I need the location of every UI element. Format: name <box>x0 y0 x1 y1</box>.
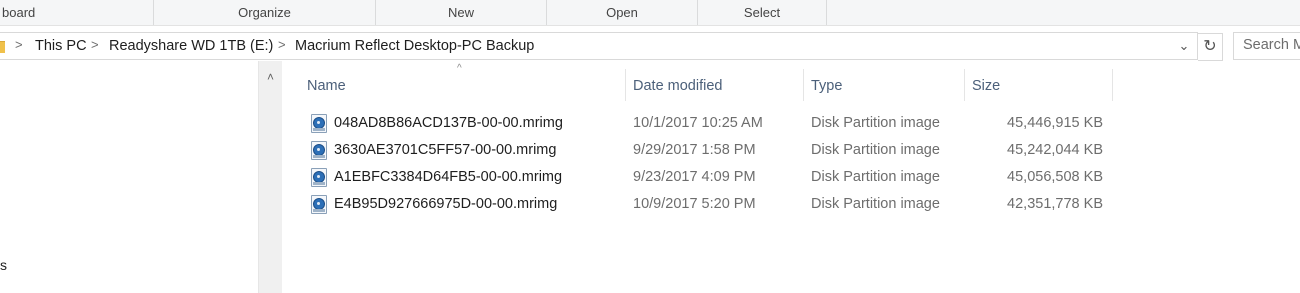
file-type: Disk Partition image <box>811 169 940 185</box>
file-type: Disk Partition image <box>811 115 940 131</box>
breadcrumb-separator-icon[interactable]: > <box>15 37 23 52</box>
sort-ascending-icon: ^ <box>457 63 462 74</box>
navigation-pane[interactable]: s <box>0 61 258 293</box>
file-date-modified: 10/1/2017 10:25 AM <box>633 115 763 131</box>
ribbon-group-clipboard: board <box>2 5 36 20</box>
file-name[interactable]: A1EBFC3384D64FB5-00-00.mrimg <box>334 169 562 185</box>
ribbon-group-open: Open <box>606 5 638 20</box>
file-row[interactable]: A1EBFC3384D64FB5-00-00.mrimg 9/23/2017 4… <box>282 164 1300 191</box>
refresh-button[interactable]: ↻ <box>1198 33 1223 61</box>
address-row: > This PC > Readyshare WD 1TB (E:) > Mac… <box>0 32 1300 61</box>
breadcrumb-drive[interactable]: Readyshare WD 1TB (E:) <box>109 38 273 54</box>
ribbon-divider <box>826 0 827 25</box>
column-header-size[interactable]: Size <box>972 75 1000 97</box>
file-row[interactable]: 3630AE3701C5FF57-00-00.mrimg 9/29/2017 1… <box>282 137 1300 164</box>
file-row[interactable]: E4B95D927666975D-00-00.mrimg 10/9/2017 5… <box>282 191 1300 218</box>
folder-icon <box>0 41 5 53</box>
nav-item-label[interactable]: s <box>0 257 7 273</box>
file-name[interactable]: E4B95D927666975D-00-00.mrimg <box>334 196 557 212</box>
file-size: 45,056,508 KB <box>1007 169 1103 185</box>
file-type: Disk Partition image <box>811 142 940 158</box>
file-name[interactable]: 048AD8B86ACD137B-00-00.mrimg <box>334 115 563 131</box>
breadcrumb-current-folder[interactable]: Macrium Reflect Desktop-PC Backup <box>295 38 534 54</box>
disk-image-file-icon <box>311 114 327 133</box>
column-divider[interactable] <box>964 69 965 101</box>
disk-image-file-icon <box>311 141 327 160</box>
file-type: Disk Partition image <box>811 196 940 212</box>
chevron-down-icon[interactable]: ⌄ <box>1177 39 1191 53</box>
search-input[interactable] <box>1234 33 1300 57</box>
file-date-modified: 9/23/2017 4:09 PM <box>633 169 756 185</box>
column-divider[interactable] <box>625 69 626 101</box>
file-list[interactable]: ^ Name Date modified Type Size 048AD8B86… <box>282 61 1300 293</box>
ribbon-group-organize: Organize <box>238 5 291 20</box>
file-row[interactable]: 048AD8B86ACD137B-00-00.mrimg 10/1/2017 1… <box>282 110 1300 137</box>
breadcrumb-this-pc[interactable]: This PC <box>35 38 87 54</box>
disk-image-file-icon <box>311 168 327 187</box>
ribbon-group-new: New <box>447 5 474 20</box>
nav-scrollbar[interactable]: ˄ <box>258 61 283 293</box>
ribbon-group-labels: board Organize New Open Select <box>0 0 1300 26</box>
file-date-modified: 9/29/2017 1:58 PM <box>633 142 756 158</box>
file-size: 45,242,044 KB <box>1007 142 1103 158</box>
scroll-up-arrow-icon[interactable]: ˄ <box>259 69 282 85</box>
file-date-modified: 10/9/2017 5:20 PM <box>633 196 756 212</box>
column-header-name[interactable]: Name <box>307 75 346 97</box>
disk-image-file-icon <box>311 195 327 214</box>
refresh-icon: ↻ <box>1203 38 1217 55</box>
breadcrumb-separator-icon[interactable]: > <box>91 37 99 52</box>
address-bar[interactable]: > This PC > Readyshare WD 1TB (E:) > Mac… <box>0 32 1198 60</box>
breadcrumb-separator-icon[interactable]: > <box>278 37 286 52</box>
column-header-type[interactable]: Type <box>811 75 842 97</box>
file-name[interactable]: 3630AE3701C5FF57-00-00.mrimg <box>334 142 556 158</box>
column-header-date-modified[interactable]: Date modified <box>633 75 722 97</box>
column-divider[interactable] <box>803 69 804 101</box>
search-box[interactable] <box>1233 32 1300 60</box>
column-divider[interactable] <box>1112 69 1113 101</box>
file-size: 42,351,778 KB <box>1007 196 1103 212</box>
ribbon-group-select: Select <box>743 5 781 20</box>
file-size: 45,446,915 KB <box>1007 115 1103 131</box>
